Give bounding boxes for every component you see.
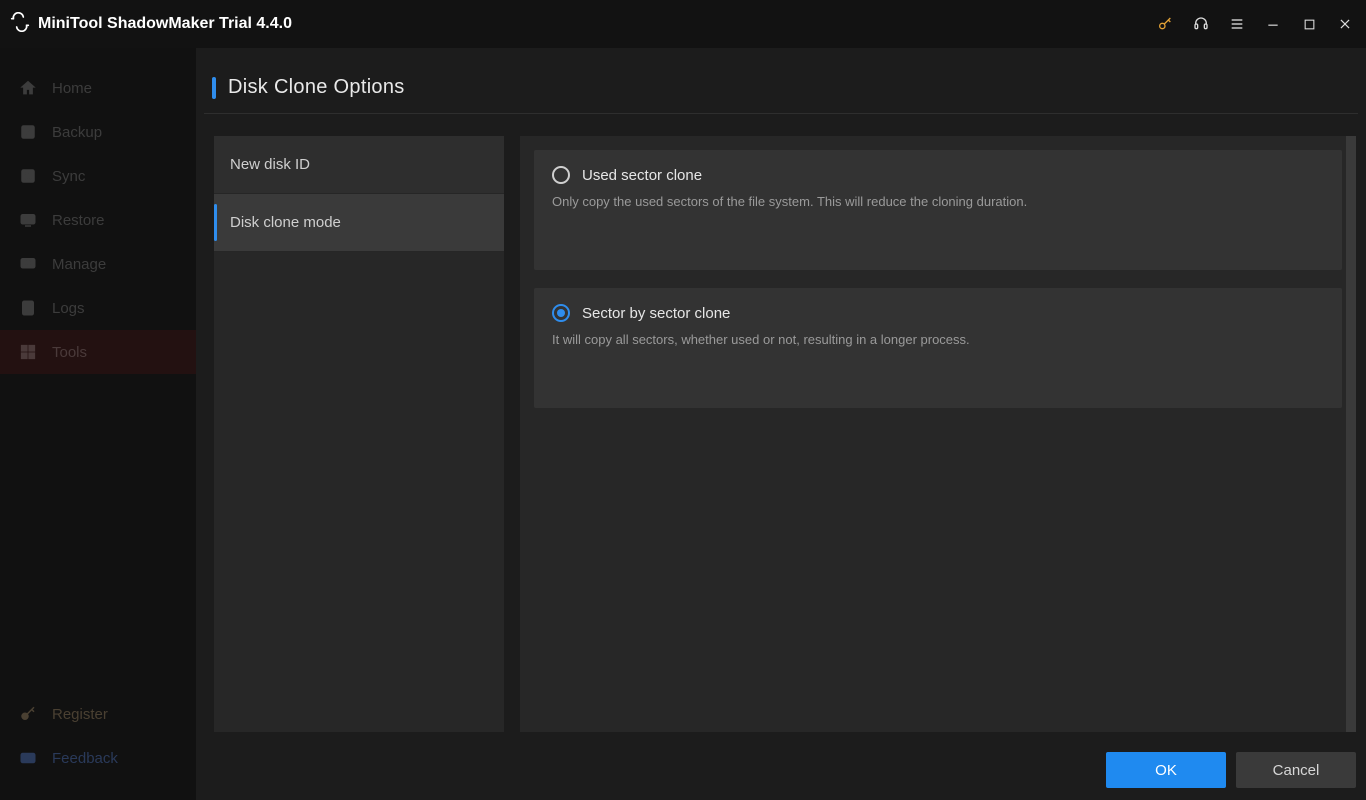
sidebar-item-label: Tools: [52, 344, 87, 361]
app-title: MiniTool ShadowMaker Trial 4.4.0: [38, 15, 292, 33]
titlebar-actions: [1156, 15, 1354, 33]
sidebar-item-label: Feedback: [52, 750, 118, 767]
sidebar-item-tools[interactable]: Tools: [0, 330, 196, 374]
manage-icon: [18, 254, 38, 274]
sidebar-nav: Home Backup Sync Restore: [0, 66, 196, 374]
activate-key-icon[interactable]: [1156, 15, 1174, 33]
option-description: It will copy all sectors, whether used o…: [552, 330, 1324, 350]
sidebar-item-label: Restore: [52, 212, 105, 229]
sidebar-item-feedback[interactable]: Feedback: [0, 736, 196, 780]
sidebar-item-logs[interactable]: Logs: [0, 286, 196, 330]
category-label: New disk ID: [230, 156, 310, 173]
cancel-button[interactable]: Cancel: [1236, 752, 1356, 788]
sidebar-item-label: Backup: [52, 124, 102, 141]
content: Disk Clone Options New disk ID Disk clon…: [196, 48, 1366, 800]
option-sector-by-sector-clone[interactable]: Sector by sector clone It will copy all …: [534, 288, 1342, 408]
register-key-icon: [18, 704, 38, 724]
ok-button[interactable]: OK: [1106, 752, 1226, 788]
backup-icon: [18, 122, 38, 142]
panels: New disk ID Disk clone mode Used sector …: [196, 114, 1366, 740]
sidebar: Home Backup Sync Restore: [0, 48, 196, 800]
minimize-icon[interactable]: [1264, 15, 1282, 33]
radio-unselected-icon[interactable]: [552, 166, 570, 184]
sidebar-item-label: Sync: [52, 168, 85, 185]
header-accent: [212, 77, 216, 99]
sidebar-item-label: Home: [52, 80, 92, 97]
titlebar: MiniTool ShadowMaker Trial 4.4.0: [0, 0, 1366, 48]
radio-selected-icon[interactable]: [552, 304, 570, 322]
brand: MiniTool ShadowMaker Trial 4.4.0: [10, 12, 292, 37]
options-panel: Used sector clone Only copy the used sec…: [520, 136, 1356, 732]
category-new-disk-id[interactable]: New disk ID: [214, 136, 504, 194]
support-icon[interactable]: [1192, 15, 1210, 33]
menu-icon[interactable]: [1228, 15, 1246, 33]
sidebar-item-label: Manage: [52, 256, 106, 273]
sidebar-item-manage[interactable]: Manage: [0, 242, 196, 286]
options-category-list: New disk ID Disk clone mode: [214, 136, 504, 732]
close-icon[interactable]: [1336, 15, 1354, 33]
feedback-mail-icon: [18, 748, 38, 768]
option-title: Sector by sector clone: [582, 305, 730, 322]
sidebar-bottom: Register Feedback: [0, 692, 196, 800]
option-used-sector-clone[interactable]: Used sector clone Only copy the used sec…: [534, 150, 1342, 270]
page-header: Disk Clone Options: [204, 48, 1358, 114]
category-disk-clone-mode[interactable]: Disk clone mode: [214, 194, 504, 252]
sidebar-item-label: Logs: [52, 300, 85, 317]
sidebar-item-sync[interactable]: Sync: [0, 154, 196, 198]
option-description: Only copy the used sectors of the file s…: [552, 192, 1324, 212]
sidebar-item-restore[interactable]: Restore: [0, 198, 196, 242]
sidebar-item-label: Register: [52, 706, 108, 723]
sidebar-item-register[interactable]: Register: [0, 692, 196, 736]
page-title: Disk Clone Options: [228, 76, 405, 99]
footer-buttons: OK Cancel: [196, 740, 1366, 800]
option-title: Used sector clone: [582, 167, 702, 184]
app-logo-icon: [10, 12, 30, 37]
tools-icon: [18, 342, 38, 362]
restore-icon: [18, 210, 38, 230]
logs-icon: [18, 298, 38, 318]
sidebar-item-home[interactable]: Home: [0, 66, 196, 110]
sync-icon: [18, 166, 38, 186]
category-label: Disk clone mode: [230, 214, 341, 231]
maximize-icon[interactable]: [1300, 15, 1318, 33]
sidebar-item-backup[interactable]: Backup: [0, 110, 196, 154]
home-icon: [18, 78, 38, 98]
